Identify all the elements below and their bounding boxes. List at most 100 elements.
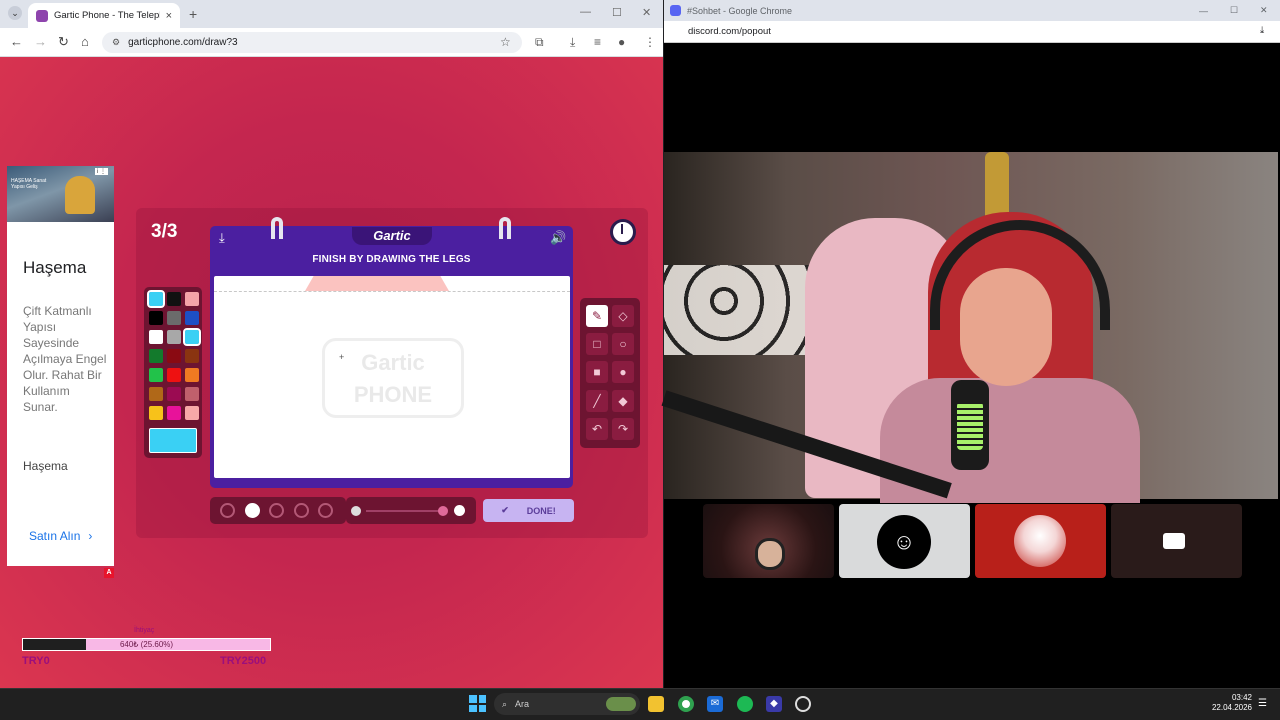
- filled-ellipse-tool-icon[interactable]: ●: [612, 361, 634, 383]
- timer-icon: [610, 219, 636, 245]
- extensions-icon[interactable]: ⧉: [535, 35, 544, 50]
- browser-toolbar: ← → ↻ ⌂ ⚙ garticphone.com/draw?3 ☆ ⧉ ⤓ ≡…: [0, 28, 663, 57]
- close-window-icon[interactable]: ✕: [642, 6, 651, 19]
- clock-date: 22.04.2026: [1211, 703, 1252, 712]
- color-swatch[interactable]: [149, 311, 163, 325]
- back-icon[interactable]: ←: [10, 34, 23, 49]
- color-swatch[interactable]: [185, 292, 199, 306]
- minimize-icon[interactable]: —: [580, 6, 591, 18]
- taskbar-clock[interactable]: 03:42 22.04.2026: [1210, 693, 1252, 713]
- windows-start-icon[interactable]: [469, 695, 486, 712]
- tab-close-icon[interactable]: ×: [166, 10, 172, 22]
- download-drawing-icon[interactable]: ⤓: [219, 230, 225, 246]
- tab-search-icon[interactable]: ⌄: [8, 6, 22, 20]
- fill-bucket-tool-icon[interactable]: ◆: [612, 390, 634, 412]
- discord-minimize-icon[interactable]: —: [1199, 6, 1208, 16]
- taskbar-search[interactable]: ⌕ Ara: [494, 693, 640, 715]
- discord-maximize-icon[interactable]: ☐: [1230, 5, 1238, 16]
- participant-1-avatar: [755, 538, 785, 570]
- download-icon[interactable]: ⤓: [570, 35, 575, 50]
- garticphone-watermark-icon: Gartic PHONE: [322, 338, 464, 418]
- app-diamond-icon[interactable]: ◆: [766, 696, 782, 712]
- brush-size-2[interactable]: [245, 503, 260, 518]
- profile-avatar-icon[interactable]: ●: [618, 35, 625, 49]
- tab-garticphone[interactable]: Gartic Phone - The Telephone G ×: [28, 3, 180, 28]
- color-swatch[interactable]: [185, 311, 199, 325]
- opacity-slider-track[interactable]: [366, 510, 444, 512]
- app-gear-icon[interactable]: [795, 696, 811, 712]
- brush-size-4[interactable]: [294, 503, 309, 518]
- discord-url-bar[interactable]: discord.com/popout ⤓: [664, 21, 1280, 43]
- sound-icon[interactable]: 🔊: [550, 230, 566, 246]
- filled-rectangle-tool-icon[interactable]: ■: [586, 361, 608, 383]
- canvas-clip-right: [499, 217, 511, 239]
- previous-drawing-part: [305, 276, 449, 291]
- line-tool-icon[interactable]: ╱: [586, 390, 608, 412]
- search-highlight-image: [606, 697, 636, 711]
- maximize-icon[interactable]: ☐: [612, 6, 622, 19]
- spotify-icon[interactable]: [737, 696, 753, 712]
- opacity-max-icon: [454, 505, 465, 516]
- color-swatch[interactable]: [183, 328, 201, 346]
- playlist-icon[interactable]: ≡: [594, 35, 601, 49]
- home-icon[interactable]: ⌂: [81, 34, 89, 49]
- sidebar-ad[interactable]: HAŞEMA Sanat Yapısı Geliş i ⋮ Haşema Çif…: [7, 166, 114, 566]
- current-color-swatch: [149, 428, 197, 453]
- color-swatch[interactable]: [167, 330, 181, 344]
- discord-url: discord.com/popout: [688, 26, 771, 37]
- ad-description: Çift Katmanlı Yapısı Sayesinde Açılmaya …: [23, 304, 107, 414]
- color-swatch[interactable]: [149, 368, 163, 382]
- donation-min-label: TRY0: [22, 655, 50, 667]
- done-button[interactable]: ✔ DONE!: [483, 499, 574, 522]
- opacity-slider-thumb[interactable]: [438, 506, 448, 516]
- color-swatch[interactable]: [149, 406, 163, 420]
- color-swatch[interactable]: [149, 349, 163, 363]
- search-placeholder: Ara: [515, 699, 530, 709]
- color-swatch[interactable]: [149, 330, 163, 344]
- brush-size-1[interactable]: [220, 503, 235, 518]
- ad-image-person: [65, 176, 95, 214]
- forward-icon[interactable]: →: [34, 34, 47, 49]
- brush-size-3[interactable]: [269, 503, 284, 518]
- file-explorer-icon[interactable]: [648, 696, 664, 712]
- undo-icon[interactable]: ↶: [586, 418, 608, 440]
- gartic-logo: Gartic: [352, 227, 432, 245]
- color-swatch[interactable]: [185, 349, 199, 363]
- discord-download-icon[interactable]: ⤓: [1260, 25, 1264, 36]
- ad-cta-link[interactable]: Satın Alın ›: [29, 529, 92, 543]
- discord-window-title: #Sohbet - Google Chrome: [687, 5, 793, 16]
- ellipse-tool-icon[interactable]: ○: [612, 333, 634, 355]
- site-info-icon[interactable]: ⚙: [112, 37, 120, 48]
- chrome-icon[interactable]: [678, 696, 694, 712]
- redo-icon[interactable]: ↷: [612, 418, 634, 440]
- tab-title: Gartic Phone - The Telephone G: [54, 10, 160, 21]
- address-bar[interactable]: ⚙ garticphone.com/draw?3: [102, 32, 522, 53]
- ad-choices-icon[interactable]: i ⋮: [95, 168, 108, 175]
- color-swatch[interactable]: [167, 368, 181, 382]
- chrome-menu-icon[interactable]: ⋮: [644, 35, 656, 49]
- pencil-tool-icon[interactable]: ✎: [586, 305, 608, 327]
- rectangle-tool-icon[interactable]: □: [586, 333, 608, 355]
- discord-close-icon[interactable]: ✕: [1260, 5, 1268, 16]
- color-swatch[interactable]: [185, 368, 199, 382]
- eraser-tool-icon[interactable]: ◇: [612, 305, 634, 327]
- address-url: garticphone.com/draw?3: [128, 37, 238, 48]
- color-swatch[interactable]: [185, 387, 199, 401]
- stream-microphone-light: [957, 402, 983, 450]
- mail-icon[interactable]: ✉: [707, 696, 723, 712]
- notification-icon[interactable]: ☰: [1258, 698, 1267, 709]
- color-swatch[interactable]: [185, 406, 199, 420]
- color-swatch[interactable]: [167, 406, 181, 420]
- bookmark-star-icon[interactable]: ☆: [500, 35, 511, 49]
- reload-icon[interactable]: ↻: [58, 34, 69, 50]
- color-swatch[interactable]: [167, 387, 181, 401]
- ad-badge-icon[interactable]: A: [104, 568, 114, 578]
- color-swatch[interactable]: [147, 290, 165, 308]
- color-swatch[interactable]: [149, 387, 163, 401]
- ad-image[interactable]: HAŞEMA Sanat Yapısı Geliş i ⋮: [7, 166, 114, 222]
- color-swatch[interactable]: [167, 311, 181, 325]
- color-swatch[interactable]: [167, 349, 181, 363]
- brush-size-5[interactable]: [318, 503, 333, 518]
- new-tab-button[interactable]: +: [189, 6, 197, 22]
- color-swatch[interactable]: [167, 292, 181, 306]
